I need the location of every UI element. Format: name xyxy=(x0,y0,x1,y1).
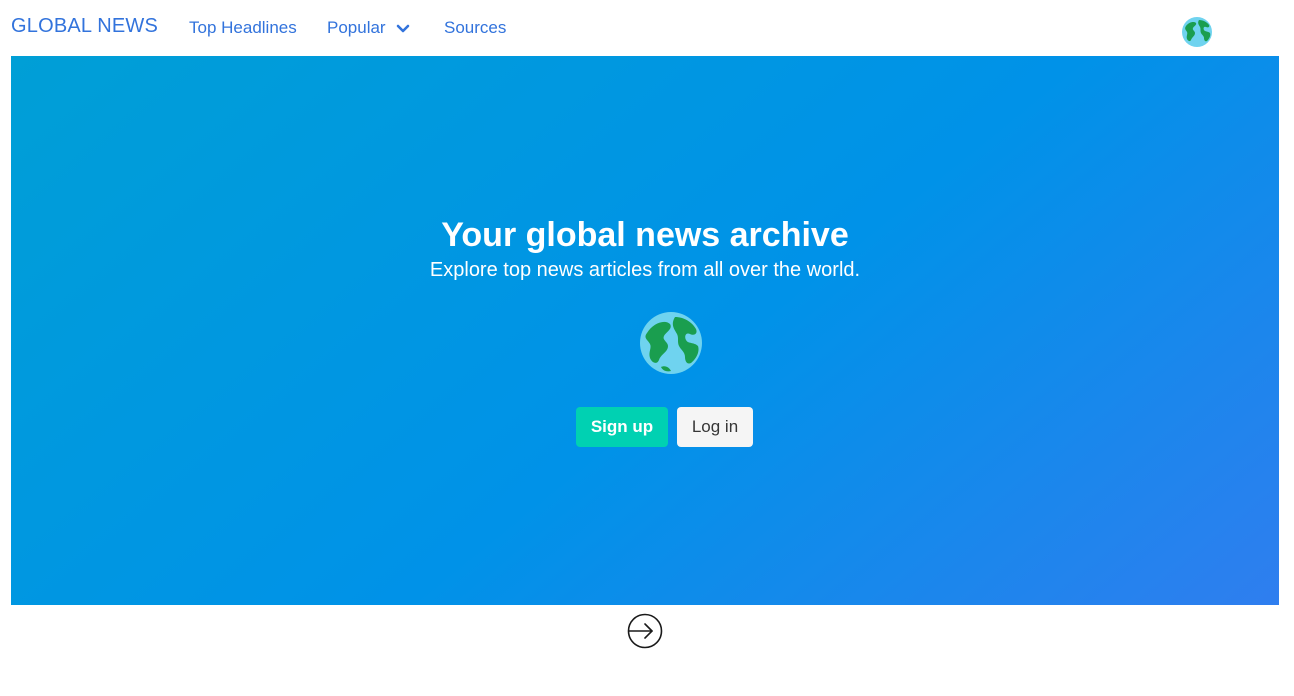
nav-top-headlines[interactable]: Top Headlines xyxy=(189,18,297,38)
nav-sources[interactable]: Sources xyxy=(444,18,506,38)
hero-title: Your global news archive xyxy=(441,216,849,254)
nav-popular-label: Popular xyxy=(327,18,386,37)
brand-link[interactable]: GLOBAL NEWS xyxy=(11,15,158,38)
hero-subtitle: Explore top news articles from all over … xyxy=(429,259,861,281)
chevron-down-icon xyxy=(396,24,409,32)
signup-button[interactable]: Sign up xyxy=(576,407,668,447)
globe-icon xyxy=(640,312,702,374)
hero-banner: Your global news archive Explore top new… xyxy=(11,56,1279,605)
globe-icon[interactable] xyxy=(1181,16,1213,48)
top-navbar: GLOBAL NEWS Top Headlines Popular Source… xyxy=(0,0,1294,56)
login-button[interactable]: Log in xyxy=(677,407,753,447)
nav-popular-dropdown[interactable]: Popular xyxy=(327,18,410,38)
enter-arrow-icon[interactable] xyxy=(626,612,664,650)
